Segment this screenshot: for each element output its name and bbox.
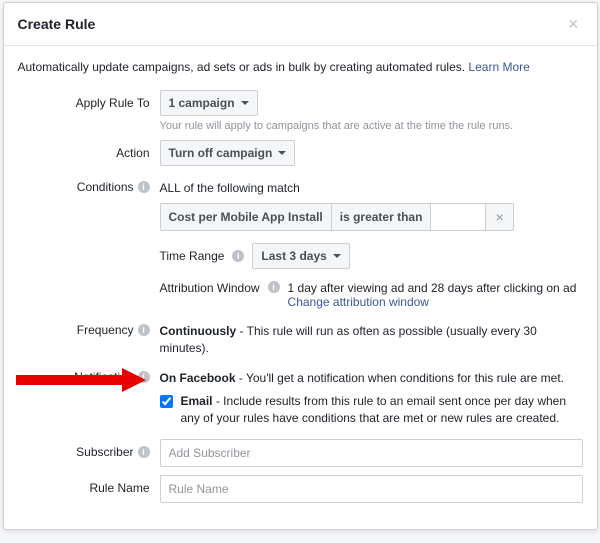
email-checkbox-row: Email - Include results from this rule t…	[160, 393, 583, 427]
subscriber-input[interactable]	[160, 439, 583, 467]
modal-header: Create Rule ×	[4, 3, 597, 46]
email-checkbox[interactable]	[160, 395, 173, 408]
modal-title: Create Rule	[18, 16, 96, 32]
attribution-row: Attribution Window i 1 day after viewing…	[160, 281, 583, 309]
info-icon[interactable]: i	[138, 324, 150, 336]
info-icon[interactable]: i	[268, 281, 280, 293]
action-value: Turn off campaign	[169, 146, 273, 160]
intro-text: Automatically update campaigns, ad sets …	[18, 60, 583, 74]
intro-text-content: Automatically update campaigns, ad sets …	[18, 60, 469, 74]
attribution-text: 1 day after viewing ad and 28 days after…	[288, 281, 583, 295]
apply-rule-label: Apply Rule To	[18, 90, 160, 110]
create-rule-modal: Create Rule × Automatically update campa…	[3, 2, 598, 530]
rule-name-input[interactable]	[160, 475, 583, 503]
caret-down-icon	[278, 151, 286, 155]
subscriber-row: Subscriber i	[18, 439, 583, 467]
condition-operator-dropdown[interactable]: is greater than	[332, 204, 432, 230]
info-icon[interactable]: i	[232, 250, 244, 262]
frequency-row: Frequency i Continuously - This rule wil…	[18, 317, 583, 357]
action-dropdown[interactable]: Turn off campaign	[160, 140, 296, 166]
time-range-row: Time Range i Last 3 days	[160, 243, 583, 269]
info-icon[interactable]: i	[138, 371, 150, 383]
email-checkbox-label: Email - Include results from this rule t…	[181, 393, 583, 427]
frequency-label: Frequency i	[18, 317, 160, 337]
action-label: Action	[18, 140, 160, 160]
condition-remove-button[interactable]: ×	[486, 204, 512, 230]
apply-rule-helper: Your rule will apply to campaigns that a…	[160, 120, 583, 132]
modal-body: Automatically update campaigns, ad sets …	[4, 46, 597, 529]
condition-group: Cost per Mobile App Install is greater t…	[160, 203, 514, 231]
attribution-label: Attribution Window	[160, 281, 260, 295]
rule-name-row: Rule Name	[18, 475, 583, 503]
change-attribution-link[interactable]: Change attribution window	[288, 295, 429, 309]
condition-value-input[interactable]	[431, 206, 485, 228]
info-icon[interactable]: i	[138, 446, 150, 458]
learn-more-link[interactable]: Learn More	[468, 60, 529, 74]
info-icon[interactable]: i	[138, 181, 150, 193]
frequency-text: Continuously - This rule will run as oft…	[160, 317, 583, 357]
caret-down-icon	[333, 254, 341, 258]
notification-facebook-text: On Facebook - You'll get a notification …	[160, 364, 583, 387]
conditions-row: Conditions i ALL of the following match …	[18, 174, 583, 309]
condition-metric-dropdown[interactable]: Cost per Mobile App Install	[161, 204, 332, 230]
notification-label: Notification i	[18, 364, 160, 384]
subscriber-label: Subscriber i	[18, 439, 160, 459]
apply-rule-dropdown[interactable]: 1 campaign	[160, 90, 258, 116]
conditions-label: Conditions i	[18, 174, 160, 194]
rule-name-label: Rule Name	[18, 475, 160, 495]
condition-value-wrap	[431, 204, 486, 230]
caret-down-icon	[241, 101, 249, 105]
time-range-label: Time Range	[160, 249, 225, 263]
close-icon[interactable]: ×	[564, 15, 583, 33]
apply-rule-row: Apply Rule To 1 campaign Your rule will …	[18, 90, 583, 132]
conditions-match-text: ALL of the following match	[160, 174, 583, 203]
action-row: Action Turn off campaign	[18, 140, 583, 166]
notification-row: Notification i On Facebook - You'll get …	[18, 364, 583, 426]
time-range-dropdown[interactable]: Last 3 days	[252, 243, 349, 269]
apply-rule-value: 1 campaign	[169, 96, 235, 110]
time-range-value: Last 3 days	[261, 249, 326, 263]
